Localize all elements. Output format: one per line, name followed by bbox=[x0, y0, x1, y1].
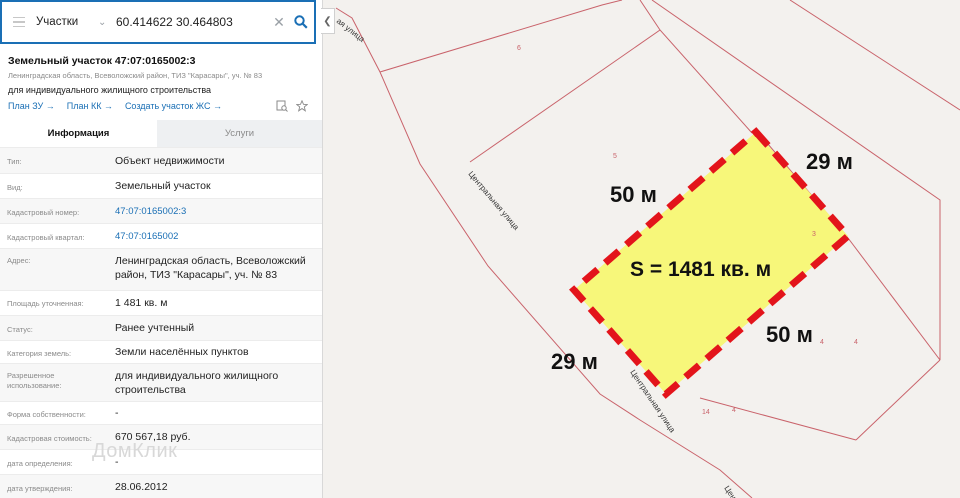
parcel-actions bbox=[276, 99, 309, 117]
row-label: дата утверждения: bbox=[7, 484, 73, 493]
table-row: Разрешенное использование: для индивидуа… bbox=[0, 363, 322, 401]
table-row: Статус: Ранее учтенный bbox=[0, 315, 322, 340]
dimension-bottom-left: 29 м bbox=[551, 349, 598, 374]
search-input[interactable]: 60.414622 30.464803 bbox=[116, 15, 270, 29]
search-bar[interactable]: Участки ⌄ 60.414622 30.464803 ✕ bbox=[0, 0, 316, 44]
row-label: Площадь уточненная: bbox=[7, 299, 84, 308]
row-value: - bbox=[115, 407, 119, 419]
tab-services[interactable]: Услуги bbox=[157, 120, 322, 147]
table-row: дата утверждения: 28.06.2012 bbox=[0, 474, 322, 498]
row-value: для индивидуального жилищного строительс… bbox=[115, 370, 279, 396]
table-row: Вид: Земельный участок bbox=[0, 173, 322, 198]
clear-icon[interactable]: ✕ bbox=[270, 14, 288, 31]
row-label: Статус: bbox=[7, 325, 33, 334]
cadastral-number-link[interactable]: 47:07:0165002:3 bbox=[115, 205, 315, 219]
info-panel: Участки ⌄ 60.414622 30.464803 ✕ Земельны… bbox=[0, 0, 323, 498]
dimension-top-right: 29 м bbox=[806, 149, 853, 174]
search-type-select[interactable]: Участки bbox=[36, 16, 98, 28]
plot-number-4b: 4 bbox=[854, 339, 858, 346]
row-label: Разрешенное использование: bbox=[7, 371, 62, 390]
row-label: Кадастровый квартал: bbox=[7, 233, 85, 242]
watermark-logo: ДомКлик bbox=[92, 440, 178, 462]
row-label: Тип: bbox=[7, 157, 22, 166]
table-row: Кадастровый квартал: 47:07:0165002 bbox=[0, 223, 322, 248]
row-value: Земельный участок bbox=[115, 180, 211, 192]
plan-zu-link[interactable]: План ЗУ → bbox=[8, 101, 55, 111]
chevron-down-icon[interactable]: ⌄ bbox=[98, 17, 116, 28]
plot-number-4c: 4 bbox=[732, 407, 736, 414]
star-icon[interactable] bbox=[295, 99, 309, 117]
row-label: Вид: bbox=[7, 183, 23, 192]
report-icon[interactable] bbox=[276, 99, 288, 117]
tab-bar: Информация Услуги bbox=[0, 120, 322, 147]
row-label: Форма собственности: bbox=[7, 410, 86, 419]
collapse-panel-icon[interactable]: ❮ bbox=[321, 8, 335, 34]
parcel-purpose: для индивидуального жилищного строительс… bbox=[8, 85, 212, 95]
row-value: Ленинградская область, Всеволожский райо… bbox=[115, 255, 306, 281]
row-label: Кадастровая стоимость: bbox=[7, 434, 92, 443]
plot-number-5: 5 bbox=[613, 153, 617, 160]
row-label: дата определения: bbox=[7, 459, 73, 468]
row-value: Ранее учтенный bbox=[115, 322, 195, 334]
parcel-address: Ленинградская область, Всеволожский райо… bbox=[8, 71, 263, 80]
table-row: Площадь уточненная: 1 481 кв. м bbox=[0, 290, 322, 315]
table-row: Тип: Объект недвижимости bbox=[0, 147, 322, 173]
plan-kk-link[interactable]: План КК → bbox=[67, 101, 113, 111]
dimension-bottom-right: 50 м bbox=[766, 322, 813, 347]
row-label: Адрес: bbox=[7, 256, 31, 265]
area-label: S = 1481 кв. м bbox=[630, 258, 771, 281]
dimension-top-left: 50 м bbox=[610, 182, 657, 207]
row-label: Кадастровый номер: bbox=[7, 208, 80, 217]
table-row: Кадастровый номер: 47:07:0165002:3 bbox=[0, 198, 322, 223]
plot-number-4a: 4 bbox=[820, 339, 824, 346]
row-value: 1 481 кв. м bbox=[115, 297, 168, 309]
cadastral-quarter-link[interactable]: 47:07:0165002 bbox=[115, 230, 315, 244]
table-row: Форма собственности: - bbox=[0, 401, 322, 424]
row-value: Объект недвижимости bbox=[115, 155, 225, 167]
row-value: 28.06.2012 bbox=[115, 481, 168, 493]
row-label: Категория земель: bbox=[7, 349, 72, 358]
plot-number-6: 6 bbox=[517, 45, 521, 52]
plot-number-3: 3 bbox=[812, 231, 816, 238]
tab-information[interactable]: Информация bbox=[0, 120, 157, 147]
plot-number-14: 14 bbox=[702, 409, 710, 416]
table-row: Категория земель: Земли населённых пункт… bbox=[0, 340, 322, 363]
search-icon[interactable] bbox=[288, 15, 314, 29]
parcel-title: Земельный участок 47:07:0165002:3 bbox=[8, 55, 196, 67]
row-value: Земли населённых пунктов bbox=[115, 346, 249, 358]
menu-icon[interactable] bbox=[2, 16, 36, 28]
table-row: Адрес: Ленинградская область, Всеволожск… bbox=[0, 248, 322, 290]
create-parcel-link[interactable]: Создать участок ЖС → bbox=[125, 101, 222, 111]
parcel-links: План ЗУ → План КК → Создать участок ЖС → bbox=[8, 101, 222, 111]
